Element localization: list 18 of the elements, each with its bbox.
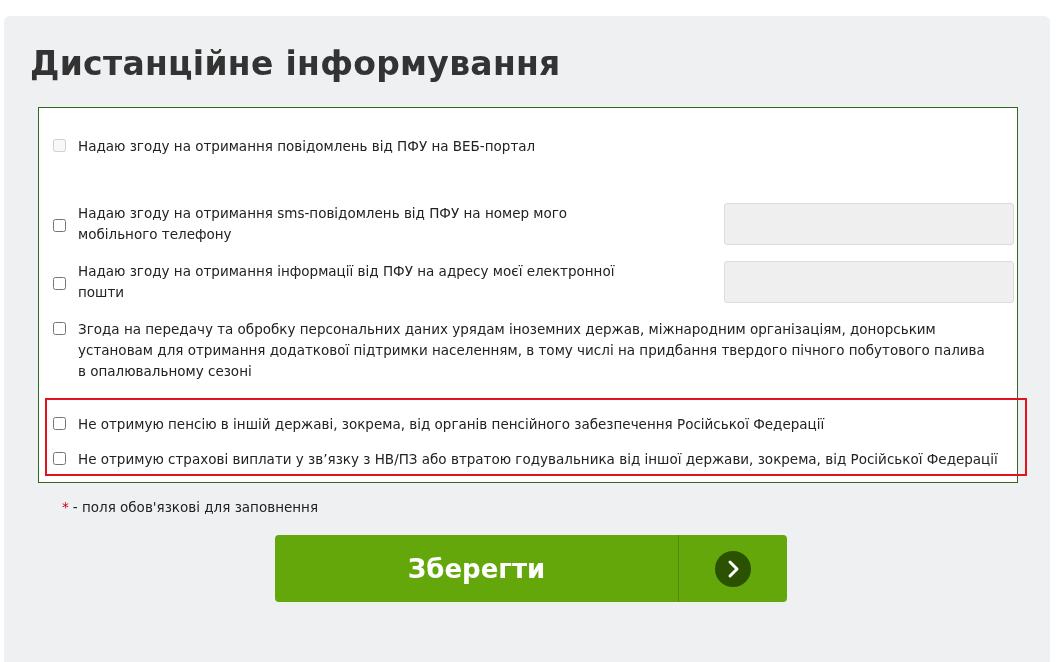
checkbox-label: Не отримую страхові виплати у зв’язку з НВ/ПЗ або втратою годувальника від іншої держави, зокрема, від Російської Федерації — [78, 450, 999, 469]
checkbox-label: Згода на передачу та обробку персональних даних урядам іноземних держав, міжнародним організаціям, донорським установам для отримання додаткової підтримки населенням, в тому числі на придбання твердого пічного побутового палива в опалювальному сезоні — [78, 320, 986, 381]
required-mark: * — [62, 499, 69, 515]
checkbox[interactable] — [53, 322, 66, 335]
arrow-right-icon — [715, 550, 751, 587]
page-title: Дистанційне інформування — [30, 44, 562, 83]
save-button[interactable]: Зберегти — [275, 535, 787, 602]
input-field[interactable] — [724, 203, 1014, 245]
checkbox-label: Надаю згоду на отримання повідомлень від ПФУ на ВЕБ-портал — [78, 137, 537, 156]
checkbox-label: Не отримую пенсію в іншій державі, зокрема, від органів пенсійного забезпечення Російської Федерації — [78, 415, 826, 434]
input-field[interactable] — [724, 261, 1014, 303]
checkbox[interactable] — [53, 417, 66, 430]
checkbox[interactable] — [53, 452, 66, 465]
required-note: - поля обов'язкові для заповнення — [72, 499, 319, 515]
checkbox-label: Надаю згоду на отримання sms-повідомлень від ПФУ на номер мого мобільного телефону — [78, 204, 569, 244]
checkbox[interactable] — [53, 277, 66, 290]
checkbox[interactable] — [53, 219, 66, 232]
checkbox-label: Надаю згоду на отримання інформації від ПФУ на адресу моєї електронної пошти — [78, 262, 616, 302]
